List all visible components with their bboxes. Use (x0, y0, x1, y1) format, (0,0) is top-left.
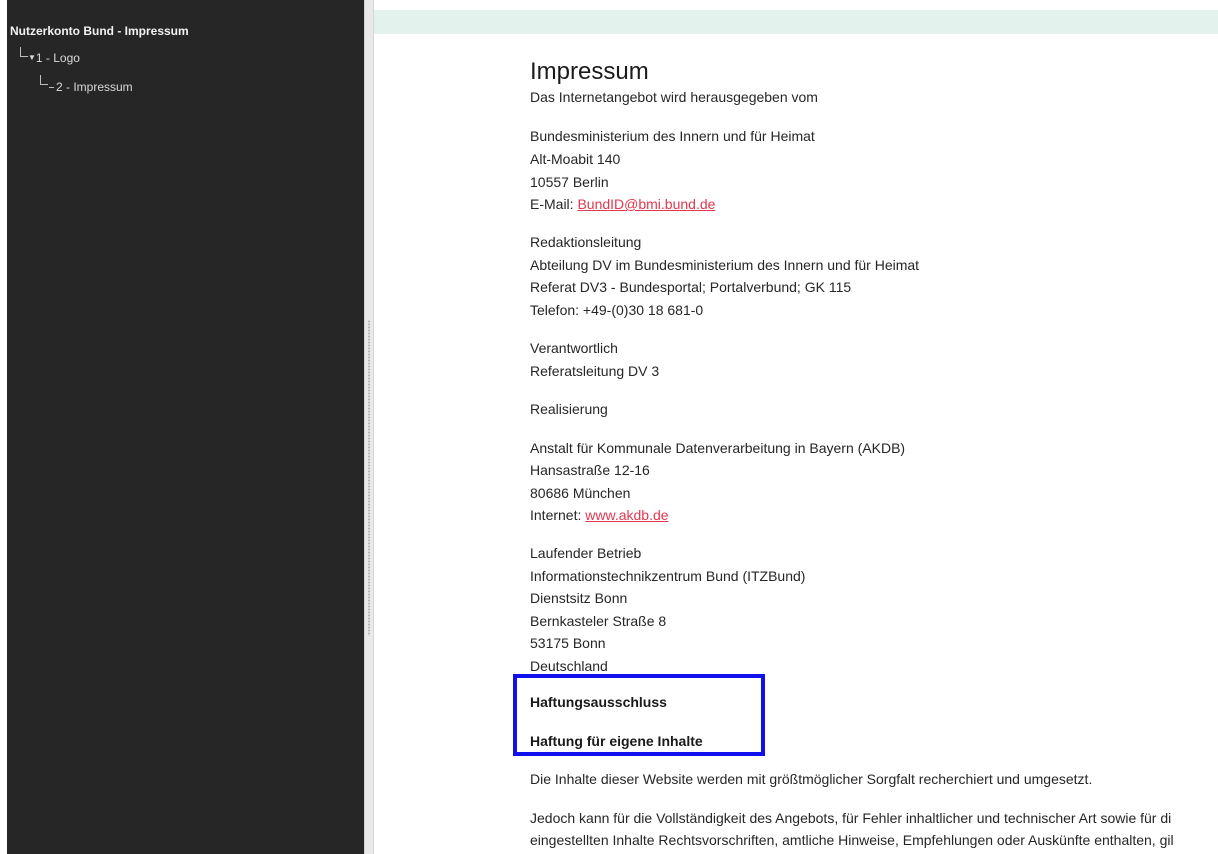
pane-splitter[interactable] (364, 0, 374, 854)
tree-connector (20, 47, 28, 57)
operation-heading: Laufender Betrieb (530, 545, 642, 561)
operation-seat: Dienstsitz Bonn (530, 590, 628, 606)
disclaimer-paragraph-2-line2: eingestellten Inhalte Rechtsvorschriften… (530, 832, 1174, 848)
tree-item-logo[interactable]: ▼1 - Logo (28, 51, 80, 65)
editorial-line1: Abteilung DV im Bundesministerium des In… (530, 257, 920, 273)
editorial-heading: Redaktionsleitung (530, 234, 642, 250)
operation-street: Bernkasteler Straße 8 (530, 613, 667, 629)
realization-name: Anstalt für Kommunale Datenverarbeitung … (530, 440, 906, 456)
responsible-line1: Referatsleitung DV 3 (530, 363, 660, 379)
triangle-down-icon[interactable]: ▼ (28, 53, 36, 62)
tree-item-impressum[interactable]: 2 - Impressum (49, 80, 133, 94)
publisher-email-line: E-Mail: BundID@bmi.bund.de (530, 196, 715, 212)
page-title: Impressum (530, 58, 649, 85)
publisher-name: Bundesministerium des Innern und für Hei… (530, 128, 815, 144)
content-top-bar (374, 10, 1218, 34)
akdb-link[interactable]: www.akdb.de (585, 507, 668, 523)
window-left-edge (0, 0, 7, 854)
editorial-line2: Referat DV3 - Bundesportal; Portalverbun… (530, 279, 852, 295)
email-link[interactable]: BundID@bmi.bund.de (577, 196, 715, 212)
sidebar-tree: Nutzerkonto Bund - Impressum ▼1 - Logo 2… (7, 0, 364, 854)
email-label: E-Mail: (530, 196, 578, 212)
tree-connector (40, 75, 48, 85)
disclaimer-heading: Haftungsausschluss (530, 694, 667, 710)
splitter-grip[interactable] (368, 320, 370, 636)
operation-name: Informationstechnikzentrum Bund (ITZBund… (530, 568, 806, 584)
disclaimer-paragraph-2-line1: Jedoch kann für die Vollständigkeit des … (530, 810, 1172, 826)
sidebar-title: Nutzerkonto Bund - Impressum (10, 24, 189, 38)
realization-city: 80686 München (530, 485, 631, 501)
content-pane: Impressum Das Internetangebot wird herau… (374, 34, 1218, 854)
disclaimer-subheading: Haftung für eigene Inhalte (530, 733, 703, 749)
realization-heading: Realisierung (530, 401, 608, 417)
intro-text: Das Internetangebot wird herausgegeben v… (530, 89, 818, 105)
realization-internet-line: Internet: www.akdb.de (530, 507, 669, 523)
operation-country: Deutschland (530, 658, 608, 674)
operation-city: 53175 Bonn (530, 635, 606, 651)
realization-street: Hansastraße 12-16 (530, 462, 650, 478)
publisher-city: 10557 Berlin (530, 174, 609, 190)
responsible-heading: Verantwortlich (530, 340, 618, 356)
tree-item-label: 2 - Impressum (56, 80, 133, 94)
internet-label: Internet: (530, 507, 586, 523)
tree-dash (49, 87, 54, 89)
publisher-street: Alt-Moabit 140 (530, 151, 621, 167)
disclaimer-paragraph-1: Die Inhalte dieser Website werden mit gr… (530, 771, 1093, 787)
editorial-phone: Telefon: +49-(0)30 18 681-0 (530, 302, 704, 318)
tree-item-label: 1 - Logo (35, 51, 80, 65)
